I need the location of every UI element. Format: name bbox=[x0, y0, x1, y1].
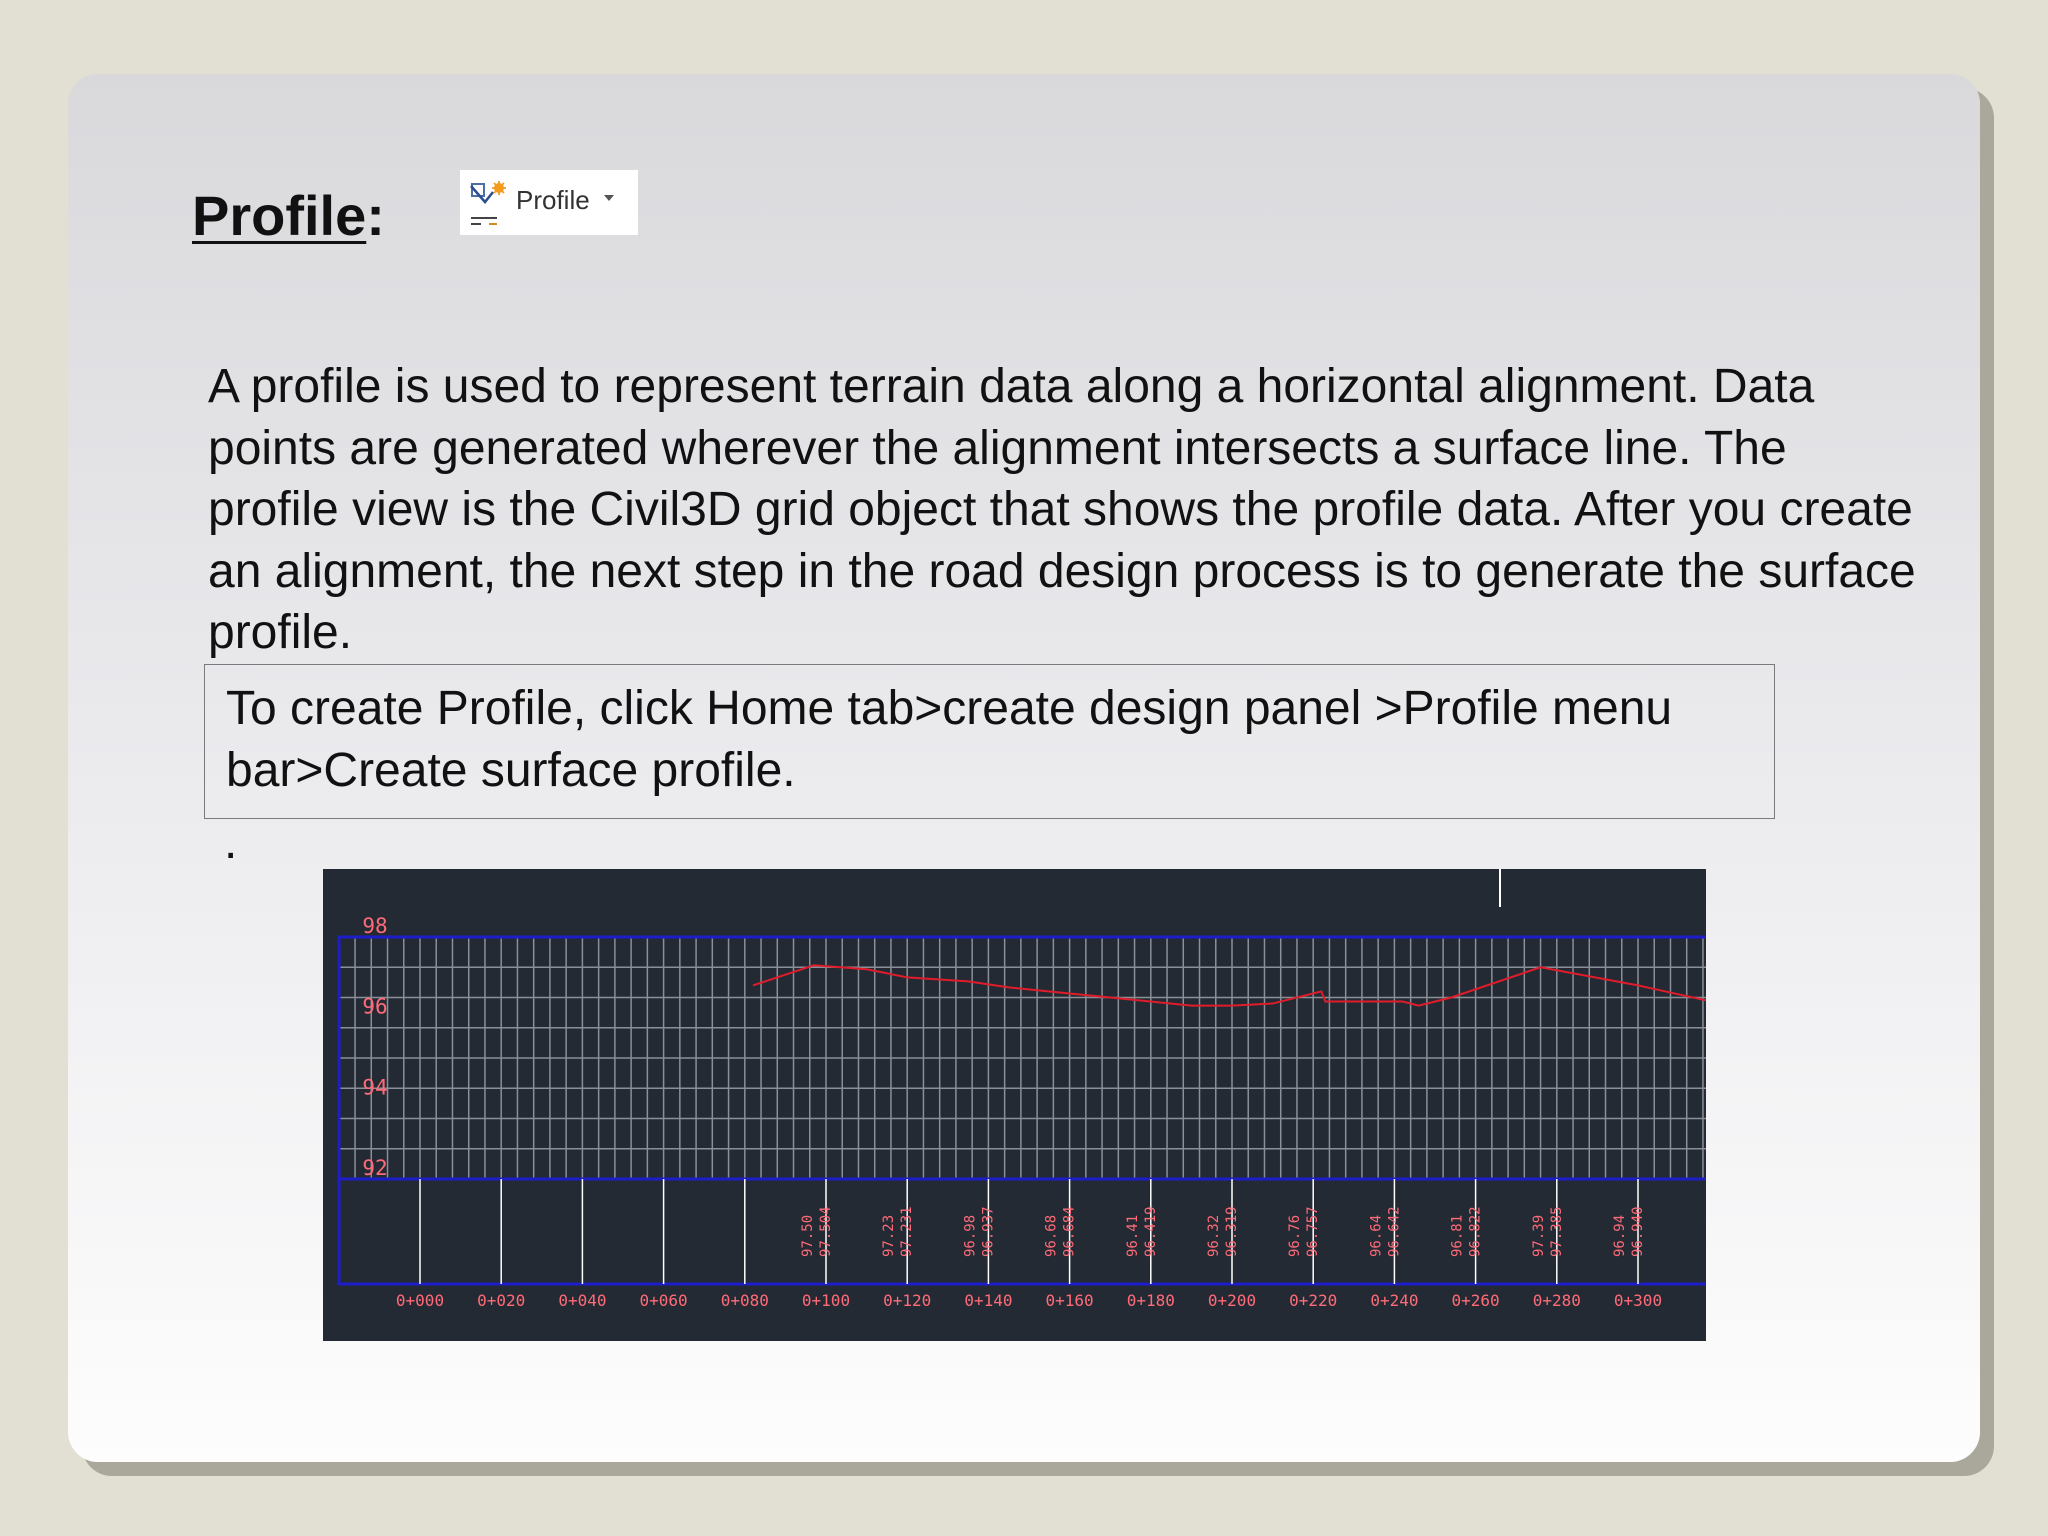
x-tick-label: 0+060 bbox=[640, 1291, 688, 1310]
slide-title: Profile: bbox=[192, 182, 385, 250]
band-label-existing: 96.64 bbox=[1368, 1215, 1384, 1257]
y-tick-label: 94 bbox=[362, 1075, 387, 1099]
band-label-existing: 97.50 bbox=[800, 1215, 816, 1257]
band-label-profile: 96.937 bbox=[980, 1206, 996, 1257]
band-label-profile: 96.822 bbox=[1468, 1206, 1484, 1257]
band-label-existing: 96.94 bbox=[1612, 1215, 1628, 1257]
bullet-dot: . bbox=[224, 816, 238, 869]
x-tick-label: 0+020 bbox=[477, 1291, 525, 1310]
band-label-existing: 97.23 bbox=[881, 1215, 897, 1257]
x-tick-label: 0+140 bbox=[964, 1291, 1012, 1310]
profile-line bbox=[752, 964, 1706, 1007]
band-label-existing: 96.68 bbox=[1044, 1215, 1060, 1257]
x-tick-label: 0+160 bbox=[1046, 1291, 1094, 1310]
title-colon: : bbox=[366, 184, 385, 247]
x-tick-label: 0+260 bbox=[1452, 1291, 1500, 1310]
band-label-profile: 97.231 bbox=[899, 1206, 915, 1257]
band-label-profile: 96.419 bbox=[1143, 1206, 1159, 1257]
x-tick-label: 0+220 bbox=[1289, 1291, 1337, 1310]
band-label-profile: 96.319 bbox=[1224, 1206, 1240, 1257]
y-tick-label: 96 bbox=[362, 995, 387, 1019]
x-tick-label: 0+280 bbox=[1533, 1291, 1581, 1310]
instruction-box: To create Profile, click Home tab>create… bbox=[204, 664, 1775, 819]
profile-button-label: Profile bbox=[516, 185, 590, 215]
y-tick-label: 92 bbox=[362, 1156, 387, 1180]
x-tick-label: 0+100 bbox=[802, 1291, 850, 1310]
profile-ribbon-button[interactable]: Profile bbox=[460, 170, 638, 235]
band-label-profile: 96.642 bbox=[1386, 1206, 1402, 1257]
band-label-profile: 97.504 bbox=[818, 1206, 834, 1257]
band-label-existing: 96.32 bbox=[1206, 1215, 1222, 1257]
x-tick-label: 0+200 bbox=[1208, 1291, 1256, 1310]
band-label-existing: 96.98 bbox=[962, 1215, 978, 1257]
band-label-existing: 96.81 bbox=[1450, 1215, 1466, 1257]
x-tick-label: 0+040 bbox=[558, 1291, 606, 1310]
y-tick-label: 98 bbox=[362, 914, 387, 938]
caret-down-icon bbox=[604, 195, 614, 201]
data-band-frame bbox=[337, 1177, 1706, 1286]
x-tick-label: 0+180 bbox=[1127, 1291, 1175, 1310]
band-label-profile: 96.684 bbox=[1062, 1206, 1078, 1257]
x-tick-label: 0+240 bbox=[1370, 1291, 1418, 1310]
x-tick-label: 0+000 bbox=[396, 1291, 444, 1310]
x-tick-label: 0+080 bbox=[721, 1291, 769, 1310]
band-label-profile: 96.940 bbox=[1630, 1206, 1646, 1257]
profile-view-chart: 98 96 94 92 0+000 0+020 0+040 0+060 0+080 0+100 0+… bbox=[323, 869, 1706, 1341]
description-paragraph: A profile is used to represent terrain d… bbox=[208, 360, 1916, 659]
x-tick-label: 0+300 bbox=[1614, 1291, 1662, 1310]
profile-chart-svg: 98 96 94 92 0+000 0+020 0+040 0+060 0+080 0+100 0+… bbox=[337, 869, 1706, 1310]
band-label-profile: 96.757 bbox=[1305, 1206, 1321, 1257]
band-label-existing: 96.76 bbox=[1287, 1215, 1303, 1257]
x-tick-label: 0+120 bbox=[883, 1291, 931, 1310]
title-text: Profile bbox=[192, 184, 367, 247]
band-label-existing: 96.41 bbox=[1125, 1215, 1141, 1257]
instruction-text: To create Profile, click Home tab>create… bbox=[226, 682, 1673, 797]
band-label-profile: 97.385 bbox=[1549, 1206, 1565, 1257]
band-label-existing: 97.39 bbox=[1531, 1215, 1547, 1257]
profile-create-icon bbox=[470, 181, 506, 225]
